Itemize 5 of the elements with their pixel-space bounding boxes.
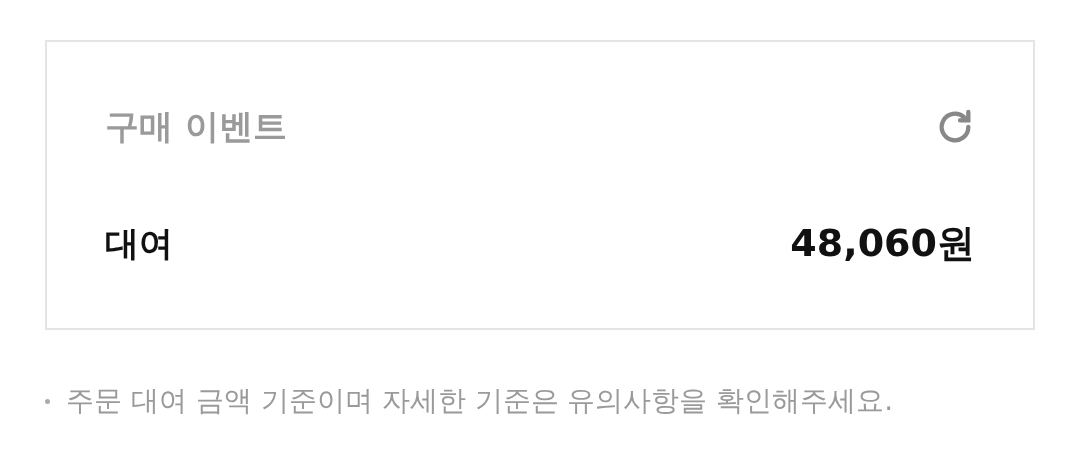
card-title: 구매 이벤트 — [105, 105, 287, 148]
amount-value: 48,060원 — [790, 220, 975, 267]
row-label: 대여 — [105, 221, 173, 265]
bullet-icon — [45, 398, 50, 404]
note-text: 주문 대여 금액 기준이며 자세한 기준은 유의사항을 확인해주세요. — [66, 383, 894, 419]
